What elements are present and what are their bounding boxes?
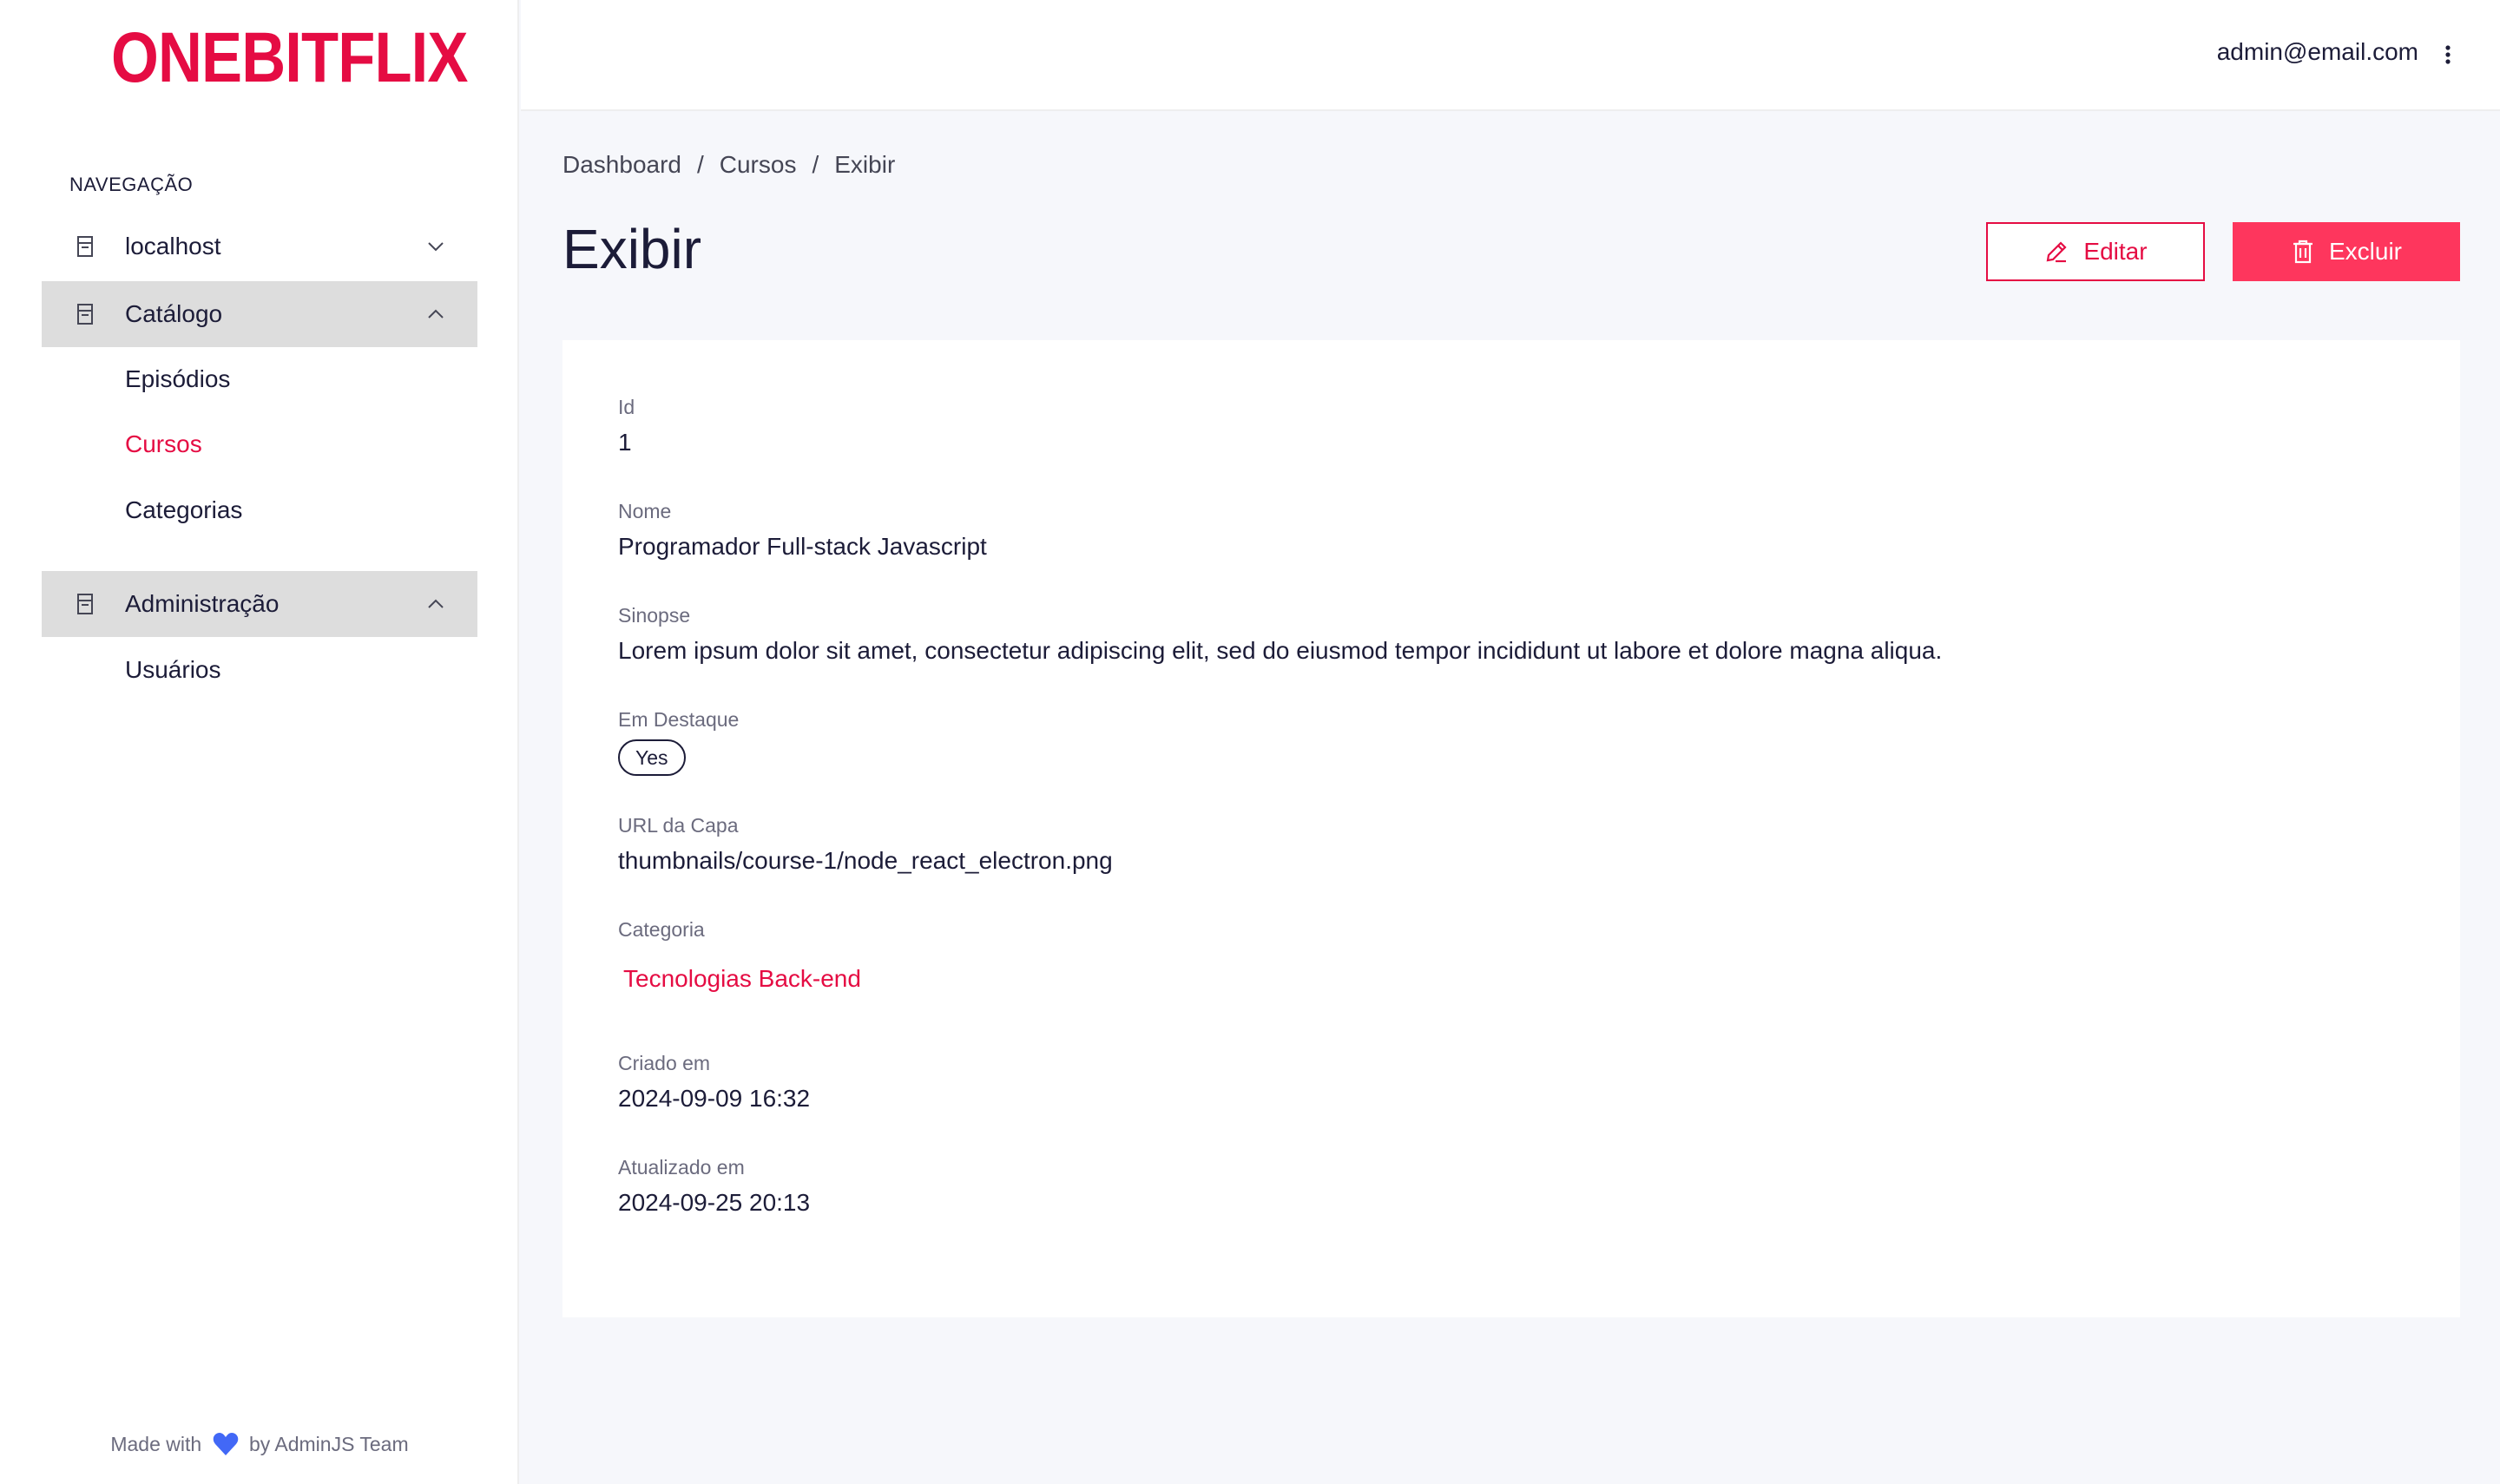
pencil-icon [2047, 241, 2067, 263]
sidebar-group-catalogo[interactable]: Catálogo [42, 281, 477, 347]
breadcrumb-cursos[interactable]: Cursos [720, 151, 797, 179]
sidebar-group-label: Catálogo [125, 300, 223, 327]
field-value-atualizado-em: 2024-09-25 20:13 [618, 1189, 811, 1216]
chevron-up-icon [425, 304, 446, 325]
user-email[interactable]: admin@email.com [2217, 38, 2418, 66]
topbar: admin@email.com [521, 0, 2500, 111]
status-badge: Yes [618, 739, 686, 776]
breadcrumb-separator: / [696, 151, 704, 178]
trash-icon [2293, 240, 2312, 264]
database-icon [73, 302, 97, 326]
breadcrumb: Dashboard / Cursos / Exibir [562, 151, 895, 179]
footer-prefix: Made with [110, 1433, 202, 1455]
sidebar-group-label: Administração [125, 590, 280, 617]
chevron-up-icon [425, 594, 446, 614]
sidebar-item-categorias[interactable]: Categorias [125, 493, 242, 528]
page-title: Exibir [562, 218, 702, 280]
sidebar-item-episodios[interactable]: Episódios [125, 362, 230, 397]
chevron-down-icon [425, 236, 446, 257]
field-label-atualizado-em: Atualizado em [618, 1156, 745, 1179]
database-icon [73, 234, 97, 259]
sidebar-footer: Made with by AdminJS Team [0, 1432, 519, 1461]
record-details-card: Id 1 Nome Programador Full-stack Javascr… [562, 340, 2460, 1317]
field-label-id: Id [618, 396, 635, 418]
field-value-nome: Programador Full-stack Javascript [618, 533, 987, 560]
sidebar-item-usuarios[interactable]: Usuários [125, 653, 220, 687]
edit-button[interactable]: Editar [1986, 222, 2205, 281]
breadcrumb-dashboard[interactable]: Dashboard [562, 151, 681, 179]
sidebar-item-cursos[interactable]: Cursos [125, 427, 202, 462]
sidebar-group-administracao[interactable]: Administração [42, 571, 477, 637]
breadcrumb-exibir: Exibir [834, 151, 896, 178]
breadcrumb-separator: / [812, 151, 819, 178]
delete-button[interactable]: Excluir [2233, 222, 2460, 281]
database-icon [73, 592, 97, 616]
footer-suffix: by AdminJS Team [248, 1433, 409, 1455]
field-label-nome: Nome [618, 500, 672, 522]
categoria-link[interactable]: Tecnologias Back-end [623, 965, 861, 993]
nav-heading: NAVEGAÇÃO [69, 174, 194, 195]
field-label-em-destaque: Em Destaque [618, 708, 740, 731]
field-value-url-capa: thumbnails/course-1/node_react_electron.… [618, 847, 1113, 874]
brand-logo[interactable]: ONEBITFLIX [111, 23, 468, 94]
sidebar-group-localhost[interactable]: localhost [42, 213, 477, 279]
sidebar: ONEBITFLIX NAVEGAÇÃO localhost Catálogo [0, 0, 519, 1484]
sidebar-group-label: localhost [125, 233, 221, 259]
field-label-categoria: Categoria [618, 918, 705, 941]
field-value-criado-em: 2024-09-09 16:32 [618, 1085, 811, 1112]
field-label-url-capa: URL da Capa [618, 814, 739, 837]
edit-button-label: Editar [2083, 238, 2148, 265]
field-value-id: 1 [618, 429, 632, 456]
heart-icon [213, 1432, 239, 1461]
field-value-sinopse: Lorem ipsum dolor sit amet, consectetur … [618, 637, 1943, 664]
field-label-sinopse: Sinopse [618, 604, 691, 627]
field-label-criado-em: Criado em [618, 1052, 711, 1074]
delete-button-label: Excluir [2328, 238, 2402, 265]
more-vertical-icon[interactable] [2443, 43, 2453, 68]
